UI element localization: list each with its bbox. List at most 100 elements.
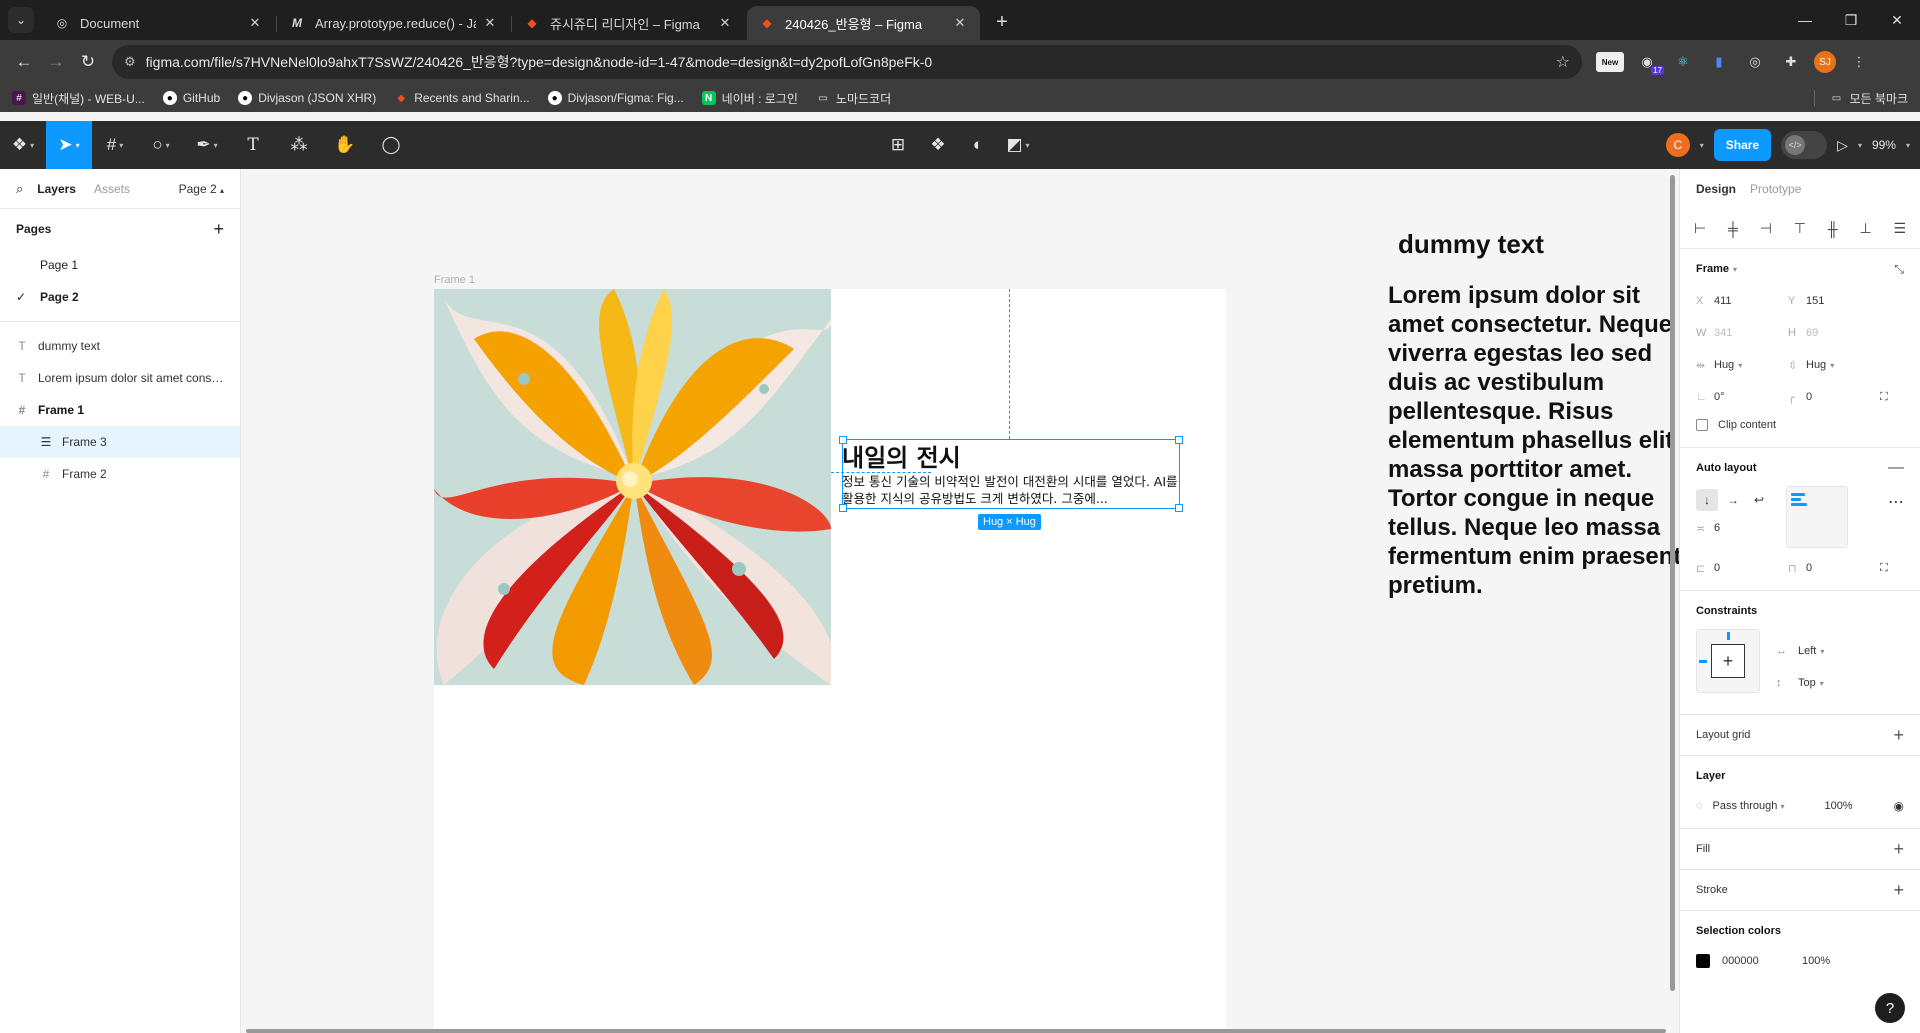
close-icon[interactable]: ✕ <box>247 15 263 31</box>
bookmark-item[interactable]: # 일반(채널) - WEB-U... <box>12 90 145 107</box>
align-middle-icon[interactable]: ╫ <box>1828 221 1838 237</box>
constraints-widget[interactable]: + <box>1696 629 1760 693</box>
layer-row[interactable]: Tdummy text <box>0 330 240 362</box>
resize-handle[interactable] <box>1175 436 1183 444</box>
bookmark-item[interactable]: ● Divjason (JSON XHR) <box>238 91 376 105</box>
add-fill-icon[interactable]: + <box>1893 839 1904 860</box>
add-page-icon[interactable]: + <box>213 219 224 240</box>
resize-to-fit-icon[interactable]: ⤡ <box>1894 262 1904 277</box>
text-tool[interactable]: T <box>230 121 276 169</box>
vertical-padding-field[interactable]: ⊓ 0 <box>1788 554 1880 582</box>
tab-design[interactable]: Design <box>1696 182 1736 196</box>
bookmark-item[interactable]: ▭ 노마드코더 <box>816 90 891 107</box>
align-center-h-icon[interactable]: ╪ <box>1728 221 1738 237</box>
mask-button[interactable]: ◐ <box>958 121 998 169</box>
horizontal-padding-field[interactable]: ⊏ 0 <box>1696 554 1788 582</box>
page-item[interactable]: Page 1 <box>0 249 240 281</box>
menu-kebab-icon[interactable]: ⋮ <box>1846 49 1872 75</box>
alignment-grid[interactable] <box>1786 486 1848 548</box>
docs-extension-icon[interactable]: ▮ <box>1706 49 1732 75</box>
resize-handle[interactable] <box>839 504 847 512</box>
resources-tool[interactable]: ⁂ <box>276 121 322 169</box>
puzzle-icon[interactable]: ✚ <box>1778 49 1804 75</box>
eye-icon[interactable]: ◉ <box>1894 799 1904 813</box>
tab-search-icon[interactable]: ⌄ <box>8 7 34 33</box>
all-bookmarks[interactable]: ▭ 모든 북마크 <box>1814 90 1908 107</box>
present-icon[interactable]: ▷ <box>1837 137 1848 154</box>
align-bottom-icon[interactable]: ⊥ <box>1859 220 1871 237</box>
wrap-icon[interactable]: ↩ <box>1748 489 1770 511</box>
horizontal-scrollbar[interactable] <box>246 1029 1666 1033</box>
create-component-button[interactable]: ❖ <box>918 121 958 169</box>
selection-box[interactable] <box>839 436 1183 512</box>
collaborator-avatar[interactable]: C <box>1665 133 1690 157</box>
distribute-icon[interactable]: ☰ <box>1893 220 1906 237</box>
layer-row[interactable]: # Frame 2 <box>0 458 240 490</box>
hand-tool[interactable]: ✋ <box>322 121 368 169</box>
individual-padding-icon[interactable]: ⛶ <box>1880 554 1904 582</box>
restore-icon[interactable]: ❐ <box>1828 12 1874 29</box>
layer-row[interactable]: # Frame 1 <box>0 394 240 426</box>
color-swatch[interactable] <box>1696 954 1710 968</box>
comment-tool[interactable]: ◯ <box>368 121 414 169</box>
auto-layout-grid-button[interactable]: ⊞ <box>878 121 918 169</box>
h-field[interactable]: H 69 <box>1788 319 1880 347</box>
bookmark-item[interactable]: ● Divjason/Figma: Fig... <box>547 91 684 105</box>
independent-corners-icon[interactable]: ⛶ <box>1880 383 1904 411</box>
bookmark-item[interactable]: ● GitHub <box>162 91 220 105</box>
y-field[interactable]: Y 151 <box>1788 287 1880 315</box>
vertical-constraint-select[interactable]: ↕ Top ▾ <box>1776 667 1824 699</box>
dummy-text-layer[interactable]: dummy text <box>1398 229 1544 260</box>
design-canvas[interactable]: Frame 1 내일의 전시 정보 통신 기술의 비약적인 발전이 대전환의 시… <box>241 169 1679 1033</box>
corner-radius-field[interactable]: ╭ 0 <box>1788 383 1880 411</box>
align-top-icon[interactable]: ⊤ <box>1794 220 1806 237</box>
boolean-button[interactable]: ◩ ▾ <box>998 121 1038 169</box>
abstract-art-image[interactable] <box>434 289 831 685</box>
pen-tool[interactable]: ✒ ▾ <box>184 121 230 169</box>
move-tool[interactable]: ➤ ▾ <box>46 121 92 169</box>
chevron-down-icon[interactable]: ▾ <box>1906 141 1910 150</box>
back-icon[interactable]: ← <box>10 48 38 76</box>
add-layout-grid-icon[interactable]: + <box>1893 725 1904 746</box>
bookmark-item[interactable]: N 네이버 : 로그인 <box>701 90 798 107</box>
profile-avatar[interactable]: SJ <box>1814 51 1836 73</box>
rotation-field[interactable]: ∟ 0° <box>1696 383 1788 411</box>
bookmark-item[interactable]: ◆ Recents and Sharin... <box>394 91 529 105</box>
shape-tool[interactable]: ○ ▾ <box>138 121 184 169</box>
resize-handle[interactable] <box>839 436 847 444</box>
page-item[interactable]: ✓ Page 2 <box>0 281 240 313</box>
zoom-level[interactable]: 99% <box>1872 138 1896 152</box>
browser-tab-mdn[interactable]: M Array.prototype.reduce() - JavaScript … <box>277 6 512 40</box>
tab-assets[interactable]: Assets <box>94 182 130 196</box>
help-button[interactable]: ? <box>1875 993 1905 1023</box>
window-close-icon[interactable]: ✕ <box>1874 12 1920 29</box>
align-left-icon[interactable]: ⊢ <box>1694 220 1706 237</box>
chevron-down-icon[interactable]: ▾ <box>1858 141 1862 150</box>
search-icon[interactable]: ⌕ <box>16 181 23 197</box>
frame-section-header[interactable]: Frame ▾ ⤡ <box>1696 257 1904 281</box>
more-icon[interactable]: ⋯ <box>1888 492 1904 512</box>
tab-prototype[interactable]: Prototype <box>1750 182 1801 196</box>
minimize-icon[interactable]: — <box>1782 12 1828 28</box>
main-menu-button[interactable]: ❖ ▾ <box>0 121 46 169</box>
react-devtools-icon[interactable]: ⚛ <box>1670 49 1696 75</box>
add-stroke-icon[interactable]: + <box>1893 880 1904 901</box>
w-field[interactable]: W 341 <box>1696 319 1788 347</box>
x-field[interactable]: X 411 <box>1696 287 1788 315</box>
extension-new-icon[interactable]: New <box>1596 52 1624 72</box>
selection-color-row[interactable]: 000000 100% <box>1696 947 1904 975</box>
height-sizing-select[interactable]: ⇳ Hug ▾ <box>1788 351 1880 379</box>
lorem-text-layer[interactable]: Lorem ipsum dolor sit amet consectetur. … <box>1388 281 1679 600</box>
all-bookmarks-item[interactable]: ▭ 모든 북마크 <box>1829 90 1908 107</box>
resize-handle[interactable] <box>1175 504 1183 512</box>
layer-row-selected[interactable]: ☰ Frame 3 <box>0 426 240 458</box>
reload-icon[interactable]: ↻ <box>74 48 102 76</box>
frame-label[interactable]: Frame 1 <box>434 274 475 286</box>
close-icon[interactable]: ✕ <box>717 15 733 31</box>
site-info-icon[interactable]: ⚙ <box>124 54 136 70</box>
url-input[interactable]: ⚙ figma.com/file/s7HVNeNel0lo9ahxT7SsWZ/… <box>112 45 1582 79</box>
new-tab-button[interactable]: + <box>988 8 1016 36</box>
gap-field[interactable]: ≍ 6 <box>1696 514 1786 542</box>
close-icon[interactable]: ✕ <box>482 15 498 31</box>
record-extension-icon[interactable]: ◎ <box>1742 49 1768 75</box>
